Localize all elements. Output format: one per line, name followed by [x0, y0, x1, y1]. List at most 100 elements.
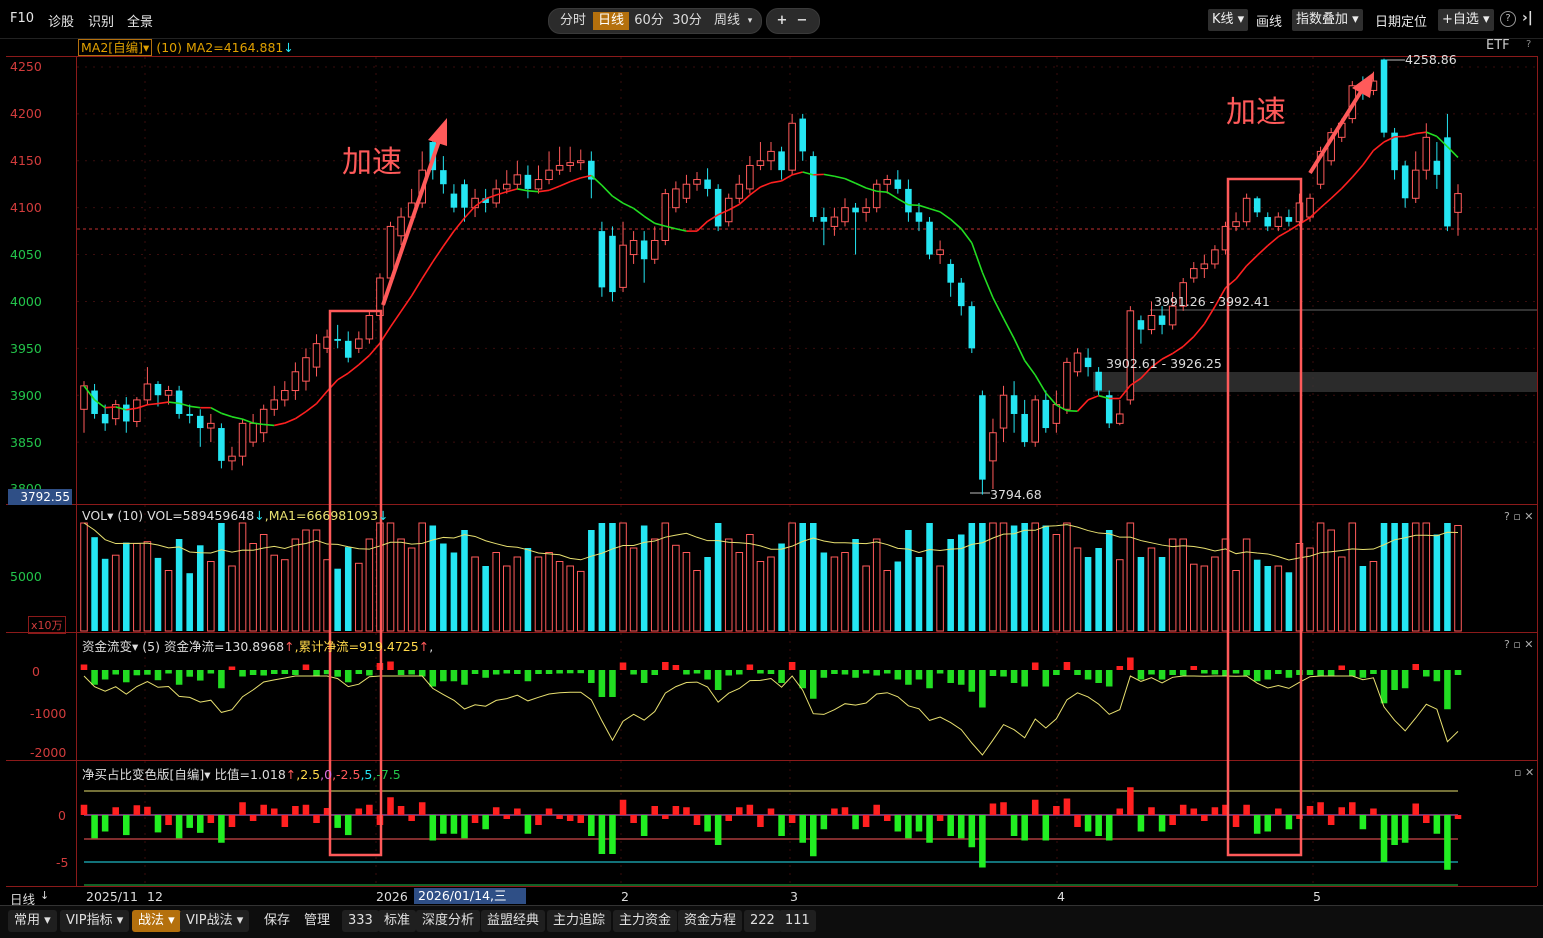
netbuy-bar — [926, 815, 933, 843]
candle-body — [1000, 395, 1007, 428]
fund-bar — [694, 670, 701, 674]
tab-fund-equation[interactable]: 资金方程 — [678, 910, 742, 932]
tab-standard[interactable]: 标准 — [378, 910, 416, 932]
tab-333[interactable]: 333 — [342, 910, 379, 932]
volume-bar — [461, 530, 468, 631]
candle-body — [197, 416, 204, 428]
volume-bar — [725, 539, 732, 631]
netbuy-bar — [747, 805, 754, 815]
netbuy-bar — [503, 815, 510, 819]
candle-body — [895, 180, 902, 189]
ma-line-segment — [274, 423, 285, 425]
fund-bar — [525, 670, 532, 681]
fund-bar — [134, 670, 141, 675]
fund-bar — [958, 670, 965, 685]
vol-name-dropdown[interactable]: VOL▾ — [82, 508, 113, 523]
netbuy-bar — [884, 815, 891, 821]
netbuy-bar — [144, 807, 151, 815]
netbuy-bar — [176, 815, 183, 838]
candle-body — [1275, 217, 1282, 226]
netbuy-name-dropdown[interactable]: 净买占比变色版[自编]▾ — [82, 767, 211, 782]
tab-vip-strategy[interactable]: VIP战法 ▾ — [180, 910, 249, 932]
fund-bar — [155, 670, 162, 680]
netbuy-bar — [292, 806, 299, 815]
volume-bar — [514, 557, 521, 631]
netbuy-bar — [313, 815, 320, 823]
netbuy-bar — [1317, 802, 1324, 815]
candle-body — [873, 184, 880, 207]
netbuy-bar — [1159, 815, 1166, 832]
fund-bar — [937, 670, 944, 674]
netbuy-line-3: ,-2.5 — [332, 767, 360, 782]
ma-line-segment — [391, 311, 402, 326]
volume-bar — [1180, 539, 1187, 631]
netbuy-bar — [430, 815, 437, 841]
fund-param: (5) — [142, 639, 160, 654]
volume-bar — [1402, 523, 1409, 631]
x-label-2025-11: 2025/11 — [86, 889, 138, 904]
high-price-label: 4258.86 — [1405, 52, 1457, 67]
volume-bar — [155, 558, 162, 631]
fund-panel-controls[interactable]: ? ▫ ✕ — [1504, 638, 1534, 651]
fund-bar — [1053, 670, 1060, 675]
netbuy-bar — [440, 815, 447, 834]
netbuy-bar — [1043, 815, 1050, 841]
tab-classic[interactable]: 益盟经典 — [481, 910, 545, 932]
netbuy-bar — [546, 809, 553, 816]
zone-upper-label: 3991.26 - 3992.41 — [1154, 294, 1270, 309]
ma-line-segment — [972, 243, 983, 273]
volume-bar — [493, 553, 500, 632]
save-button[interactable]: 保存 — [258, 910, 296, 932]
netbuy-bar — [1032, 800, 1039, 815]
fund-name-dropdown[interactable]: 资金流变▾ — [82, 639, 138, 654]
netbuy-bar — [155, 815, 162, 832]
manage-button[interactable]: 管理 — [298, 910, 336, 932]
volume-bar — [831, 557, 838, 631]
arrow-up-icon: ↑ — [419, 639, 429, 654]
tab-vip-indicator[interactable]: VIP指标 ▾ — [60, 910, 129, 932]
candle-body — [768, 151, 775, 160]
tab-strategy[interactable]: 战法 ▾ — [132, 910, 181, 932]
ma-line-segment — [1236, 266, 1247, 279]
tab-deep-analysis[interactable]: 深度分析 — [416, 910, 480, 932]
volume-bar — [704, 557, 711, 631]
ma-line-segment — [570, 178, 581, 182]
fund-bar — [736, 670, 743, 675]
volume-bar — [863, 566, 870, 631]
volume-bar — [123, 543, 130, 631]
tab-common[interactable]: 常用 ▾ — [8, 910, 57, 932]
volume-bar — [641, 526, 648, 632]
vol-panel-controls[interactable]: ? ▫ ✕ — [1504, 510, 1534, 523]
ma-line-segment — [295, 412, 306, 419]
netbuy-bar — [1053, 806, 1060, 815]
candle-body — [1455, 194, 1462, 213]
netbuy-bar — [1190, 809, 1197, 816]
fund-bar — [556, 670, 563, 674]
fund-bar — [1444, 670, 1451, 709]
volume-bar — [1212, 557, 1219, 631]
fund-bar — [1391, 670, 1398, 690]
cursor-date-tag: 2026/01/14,三 — [414, 888, 526, 904]
vol-value: VOL=589459648 — [147, 508, 254, 523]
volume-bar — [282, 560, 289, 631]
netbuy-bar — [1434, 815, 1441, 834]
candle-body — [958, 283, 965, 306]
fund-cum: 累计净流=919.4725 — [299, 639, 419, 654]
netbuy-bar — [556, 815, 563, 819]
ma-line-segment — [1416, 132, 1427, 133]
ma-line-segment — [317, 391, 328, 403]
tab-222[interactable]: 222 — [744, 910, 781, 932]
candle-body — [1212, 250, 1219, 264]
netbuy-name: 净买占比变色版[自编] — [82, 767, 204, 782]
candle-body — [673, 189, 680, 208]
volume-bar — [525, 548, 532, 631]
volume-bar — [599, 523, 606, 631]
candle-body — [641, 240, 648, 259]
ma-line-segment — [760, 183, 771, 187]
netbuy-panel-controls[interactable]: ▫ ✕ — [1514, 766, 1534, 779]
fund-bar — [345, 670, 352, 682]
tab-strategy-label: 战法 — [138, 913, 164, 928]
tab-main-fund[interactable]: 主力资金 — [613, 910, 677, 932]
tab-111[interactable]: 111 — [779, 910, 816, 932]
tab-main-track[interactable]: 主力追踪 — [547, 910, 611, 932]
